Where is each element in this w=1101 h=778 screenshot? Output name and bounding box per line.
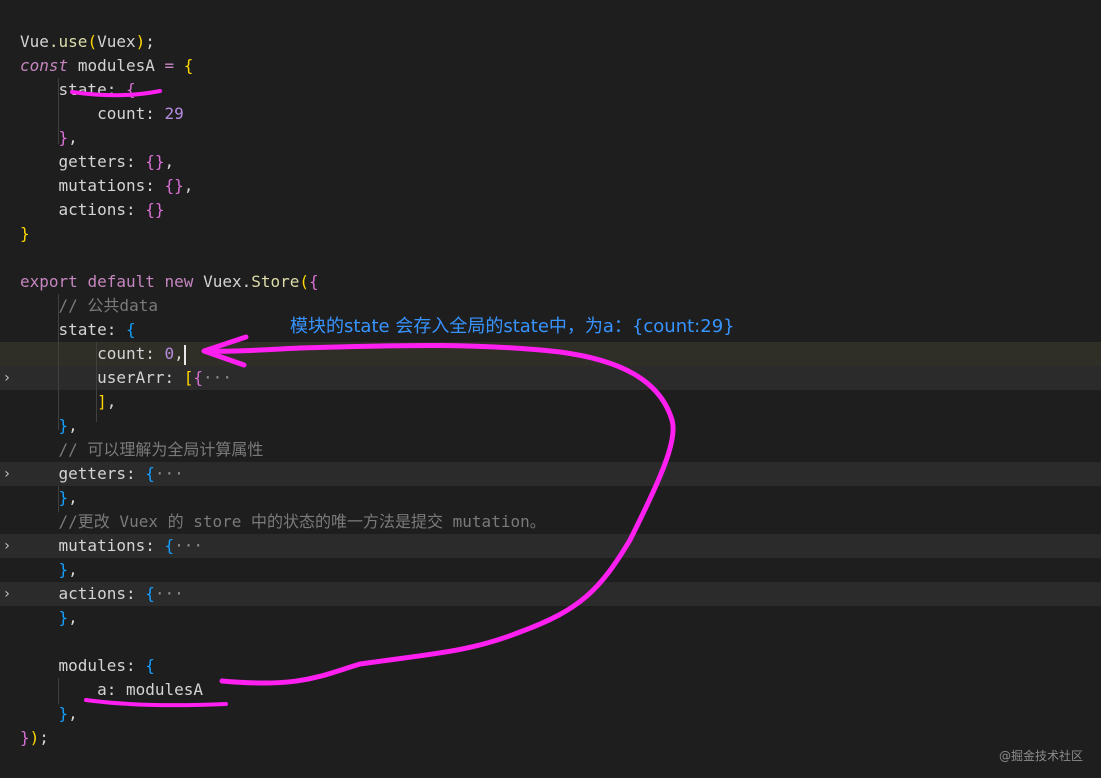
annotation-strokes: [70, 89, 676, 708]
watermark: @掘金技术社区: [998, 749, 1083, 763]
arrow-stroke: [205, 343, 676, 686]
underline-modulesA: [70, 89, 162, 98]
underline-modules-a: [84, 698, 228, 708]
